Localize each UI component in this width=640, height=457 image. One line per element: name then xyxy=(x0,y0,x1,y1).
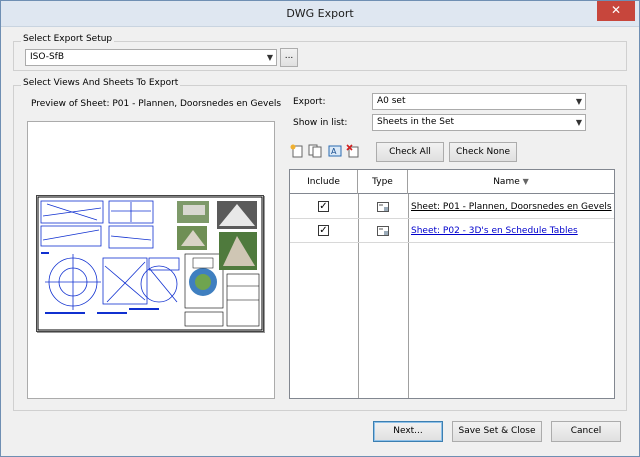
sheet-icon xyxy=(377,202,389,212)
show-in-list-select[interactable]: Sheets in the Set ▼ xyxy=(372,114,586,131)
export-setup-select[interactable]: ISO-SfB ▼ xyxy=(25,49,277,66)
save-close-button[interactable]: Save Set & Close xyxy=(452,421,542,442)
sheet-icon xyxy=(377,226,389,236)
delete-set-icon[interactable] xyxy=(346,144,360,158)
sheet-preview xyxy=(27,121,275,399)
dwg-export-dialog: DWG Export ✕ Select Export Setup ISO-SfB… xyxy=(0,0,640,457)
export-setup-value: ISO-SfB xyxy=(30,52,65,62)
sheet-name-link[interactable]: Sheet: P02 - 3D's en Schedule Tables xyxy=(411,226,578,236)
close-icon: ✕ xyxy=(610,3,622,17)
close-button[interactable]: ✕ xyxy=(597,1,635,21)
cancel-button[interactable]: Cancel xyxy=(551,421,621,442)
show-in-list-label: Show in list: xyxy=(293,118,348,128)
export-setup-label: Select Export Setup xyxy=(21,34,115,44)
sheet-thumbnail xyxy=(36,195,264,332)
table-header: Include Type Name ▼ xyxy=(290,170,614,194)
duplicate-set-icon[interactable] xyxy=(308,144,322,158)
export-value: A0 set xyxy=(377,96,406,106)
name-column-header[interactable]: Name ▼ xyxy=(408,170,614,194)
sort-descending-icon: ▼ xyxy=(522,177,529,186)
export-select[interactable]: A0 set ▼ xyxy=(372,93,586,110)
views-sheets-label: Select Views And Sheets To Export xyxy=(21,78,181,88)
title-bar: DWG Export ✕ xyxy=(1,1,639,27)
svg-text:A: A xyxy=(331,147,337,156)
chevron-down-icon: ▼ xyxy=(575,118,582,127)
chevron-down-icon: ▼ xyxy=(575,97,582,106)
type-column-header[interactable]: Type xyxy=(358,170,408,194)
table-row[interactable]: ✓ Sheet: P01 - Plannen, Doorsnedes en Ge… xyxy=(290,195,614,219)
rename-set-icon[interactable]: A xyxy=(328,144,342,158)
export-label: Export: xyxy=(293,97,326,107)
include-checkbox[interactable]: ✓ xyxy=(318,201,329,212)
window-title: DWG Export xyxy=(286,7,354,20)
check-none-button[interactable]: Check None xyxy=(449,142,517,162)
sheets-table: Include Type Name ▼ ✓ Sheet: P01 - Plann… xyxy=(289,169,615,399)
show-in-list-value: Sheets in the Set xyxy=(377,117,455,127)
new-set-icon[interactable] xyxy=(290,144,304,158)
modify-setup-button[interactable]: ... xyxy=(280,48,298,67)
check-all-button[interactable]: Check All xyxy=(376,142,444,162)
table-row[interactable]: ✓ Sheet: P02 - 3D's en Schedule Tables xyxy=(290,219,614,243)
name-header-label: Name xyxy=(493,177,520,187)
next-button[interactable]: Next... xyxy=(373,421,443,442)
preview-label: Preview of Sheet: P01 - Plannen, Doorsne… xyxy=(31,99,282,109)
sheet-drawing xyxy=(37,196,263,331)
include-checkbox[interactable]: ✓ xyxy=(318,225,329,236)
chevron-down-icon: ▼ xyxy=(266,53,273,62)
include-column-header[interactable]: Include xyxy=(290,170,358,194)
sheet-name-link[interactable]: Sheet: P01 - Plannen, Doorsnedes en Geve… xyxy=(411,202,612,212)
